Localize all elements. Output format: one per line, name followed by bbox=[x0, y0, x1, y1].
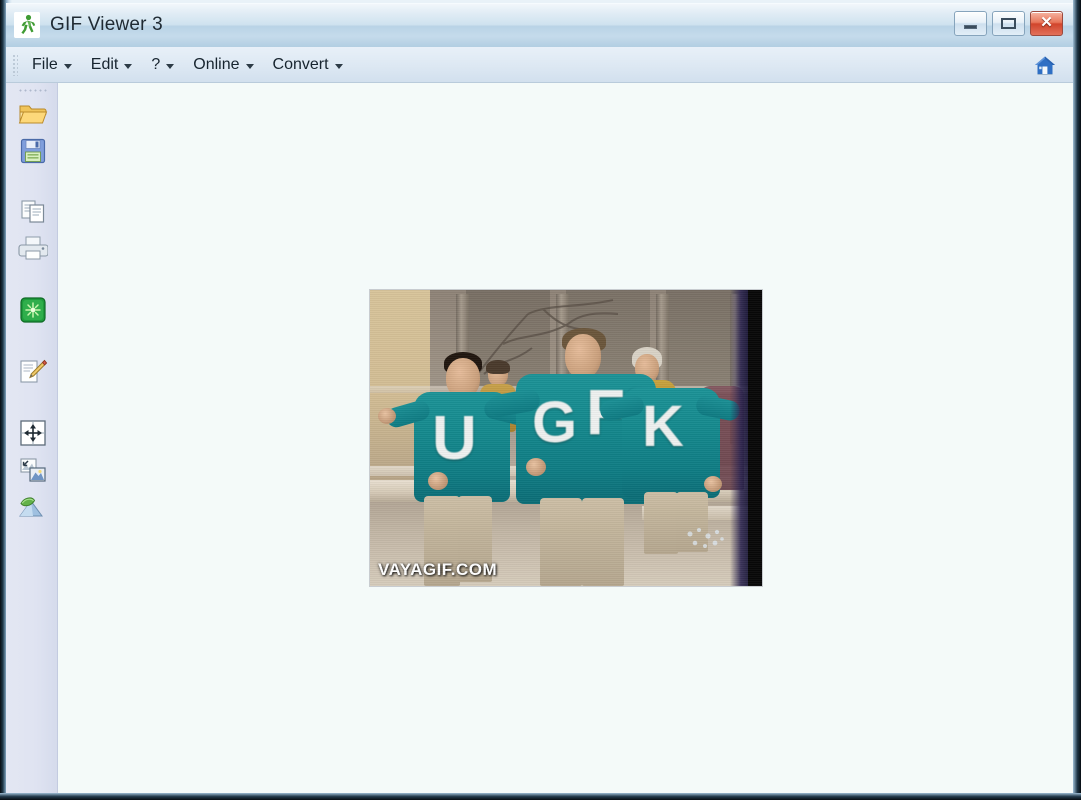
chevron-down-icon bbox=[124, 63, 133, 69]
menu-item-file-label: File bbox=[32, 56, 58, 73]
menu-item-edit-label: Edit bbox=[90, 56, 119, 73]
close-icon: ✕ bbox=[1040, 14, 1053, 31]
person-pants-left bbox=[644, 492, 678, 554]
optimize-button[interactable] bbox=[16, 492, 50, 526]
confetti bbox=[684, 526, 726, 552]
person-hand-right bbox=[704, 476, 722, 492]
menu-item-online[interactable]: Online bbox=[185, 53, 261, 77]
person-head bbox=[565, 334, 601, 378]
minimize-icon bbox=[964, 25, 977, 29]
gif-black-edge bbox=[748, 290, 762, 586]
maximize-button[interactable] bbox=[992, 11, 1025, 36]
toolbar-drag-gripper[interactable] bbox=[18, 88, 48, 94]
save-floppy-icon bbox=[19, 137, 47, 170]
person-hand-left bbox=[378, 408, 396, 424]
menu-item-convert-label: Convert bbox=[272, 56, 329, 73]
resize-button[interactable] bbox=[16, 418, 50, 452]
sweater-letter: U bbox=[432, 404, 477, 473]
menu-bar: File Edit ? Online Convert bbox=[6, 47, 1073, 83]
window-controls: ✕ bbox=[954, 11, 1063, 36]
window-border-bottom bbox=[0, 793, 1081, 800]
menu-item-convert[interactable]: Convert bbox=[265, 53, 351, 77]
chevron-down-icon bbox=[63, 63, 72, 69]
person-pants-left bbox=[540, 498, 582, 586]
menu-items: File Edit ? Online Convert bbox=[24, 47, 354, 83]
effects-button[interactable] bbox=[16, 295, 50, 329]
home-icon[interactable] bbox=[1031, 52, 1059, 78]
window-title: GIF Viewer 3 bbox=[50, 14, 163, 35]
open-folder-icon bbox=[18, 101, 48, 132]
menu-drag-gripper[interactable] bbox=[12, 54, 18, 76]
chevron-down-icon bbox=[245, 63, 254, 69]
background-right-shadow bbox=[730, 290, 748, 586]
minimize-button[interactable] bbox=[954, 11, 987, 36]
green-effect-icon bbox=[20, 296, 46, 328]
gif-frame-content: U G F bbox=[370, 290, 762, 586]
sweater-letter: G bbox=[532, 390, 578, 455]
menu-item-help[interactable]: ? bbox=[143, 53, 182, 77]
image-export-button[interactable] bbox=[16, 455, 50, 489]
running-man-icon bbox=[14, 12, 40, 38]
window-border-right bbox=[1073, 0, 1081, 800]
print-button[interactable] bbox=[16, 233, 50, 267]
gif-preview[interactable]: U G F bbox=[370, 290, 762, 586]
menu-item-online-label: Online bbox=[193, 56, 240, 73]
watermark-text: VAYAGIF.COM bbox=[378, 560, 498, 579]
copy-pages-icon bbox=[19, 197, 47, 230]
copy-button[interactable] bbox=[16, 196, 50, 230]
edit-pencil-icon bbox=[18, 358, 48, 391]
chevron-down-icon bbox=[166, 63, 175, 69]
menu-item-edit[interactable]: Edit bbox=[83, 53, 141, 77]
image-canvas[interactable]: U G F bbox=[58, 83, 1073, 793]
edit-button[interactable] bbox=[16, 357, 50, 391]
left-toolbar bbox=[6, 83, 58, 793]
save-button[interactable] bbox=[16, 136, 50, 170]
print-icon bbox=[18, 234, 49, 267]
menu-item-help-label: ? bbox=[151, 56, 161, 73]
open-folder-button[interactable] bbox=[16, 99, 50, 133]
image-export-icon bbox=[19, 456, 47, 489]
chevron-down-icon bbox=[334, 63, 343, 69]
application-window: GIF Viewer 3 ✕ File Edit ? Online Conver… bbox=[0, 0, 1081, 800]
sweater-letter: K bbox=[642, 394, 684, 459]
resize-arrows-icon bbox=[19, 419, 47, 452]
menu-item-file[interactable]: File bbox=[24, 53, 80, 77]
optimize-icon bbox=[18, 494, 48, 525]
person-hand-right bbox=[428, 472, 448, 490]
close-button[interactable]: ✕ bbox=[1030, 11, 1063, 36]
title-bar[interactable]: GIF Viewer 3 ✕ bbox=[6, 3, 1073, 47]
person-hand-left bbox=[526, 458, 546, 476]
maximize-icon bbox=[1001, 18, 1016, 29]
